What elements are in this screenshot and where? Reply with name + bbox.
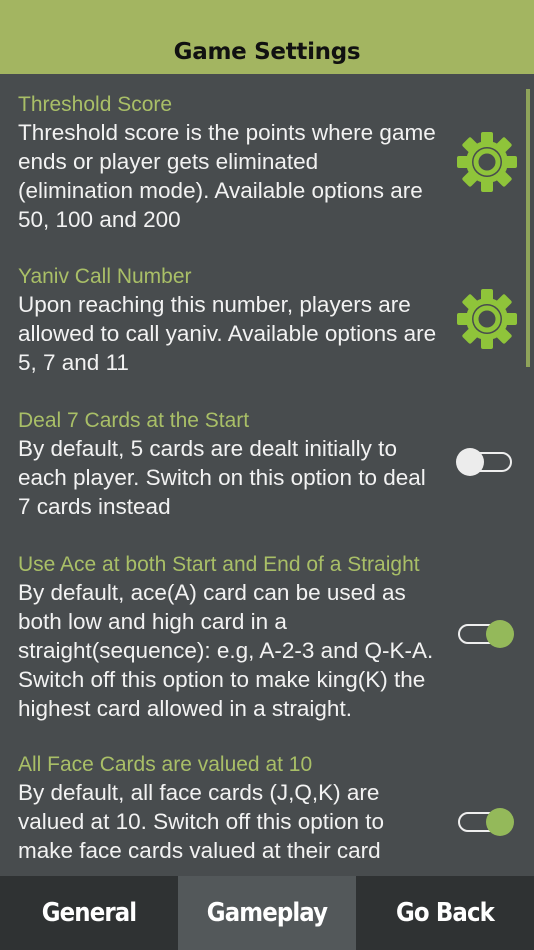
setting-description: Threshold score is the points where game… bbox=[18, 120, 436, 232]
setting-threshold-score: Threshold Score Threshold score is the p… bbox=[18, 91, 448, 234]
toggle-switch-off[interactable] bbox=[456, 448, 514, 476]
scrollbar[interactable] bbox=[526, 89, 530, 367]
bottom-tab-bar: General Gameplay Go Back bbox=[0, 876, 534, 950]
toggle-knob bbox=[486, 808, 514, 836]
gear-icon bbox=[457, 289, 517, 349]
setting-description: By default, all face cards (J,Q,K) are v… bbox=[18, 780, 385, 863]
tab-label: Go Back bbox=[396, 898, 495, 928]
gear-icon bbox=[457, 132, 517, 192]
setting-description: By default, 5 cards are dealt initially … bbox=[18, 436, 426, 519]
face-cards-toggle[interactable] bbox=[456, 808, 518, 836]
setting-yaniv-call-number: Yaniv Call Number Upon reaching this num… bbox=[18, 263, 448, 377]
setting-title: All Face Cards are valued at 10 bbox=[18, 753, 313, 776]
setting-description: By default, ace(A) card can be used as b… bbox=[18, 580, 434, 721]
go-back-button[interactable]: Go Back bbox=[356, 876, 534, 950]
settings-list[interactable]: Threshold Score Threshold score is the p… bbox=[0, 74, 534, 876]
tab-general[interactable]: General bbox=[0, 876, 178, 950]
setting-title: Yaniv Call Number bbox=[18, 265, 192, 288]
toggle-knob bbox=[486, 620, 514, 648]
toggle-switch-on[interactable] bbox=[456, 620, 514, 648]
deal-7-cards-toggle[interactable] bbox=[456, 448, 518, 476]
yaniv-call-number-settings-button[interactable] bbox=[456, 288, 518, 350]
toggle-switch-on[interactable] bbox=[456, 808, 514, 836]
setting-deal-7-cards: Deal 7 Cards at the Start By default, 5 … bbox=[18, 407, 448, 521]
use-ace-toggle[interactable] bbox=[456, 620, 518, 648]
setting-title: Use Ace at both Start and End of a Strai… bbox=[18, 553, 420, 576]
threshold-score-settings-button[interactable] bbox=[456, 131, 518, 193]
setting-face-cards-value: All Face Cards are valued at 10 By defau… bbox=[18, 751, 448, 865]
setting-title: Threshold Score bbox=[18, 93, 173, 116]
tab-label: Gameplay bbox=[206, 898, 328, 928]
page-title: Game Settings bbox=[173, 39, 361, 65]
toggle-knob bbox=[456, 448, 484, 476]
tab-gameplay[interactable]: Gameplay bbox=[178, 876, 356, 950]
setting-title: Deal 7 Cards at the Start bbox=[18, 409, 250, 432]
tab-label: General bbox=[41, 898, 137, 928]
game-settings-screen: Game Settings Threshold Score Threshold … bbox=[0, 0, 534, 950]
setting-use-ace-both-ends: Use Ace at both Start and End of a Strai… bbox=[18, 551, 448, 723]
header-bar: Game Settings bbox=[0, 0, 534, 74]
setting-description: Upon reaching this number, players are a… bbox=[18, 292, 437, 375]
